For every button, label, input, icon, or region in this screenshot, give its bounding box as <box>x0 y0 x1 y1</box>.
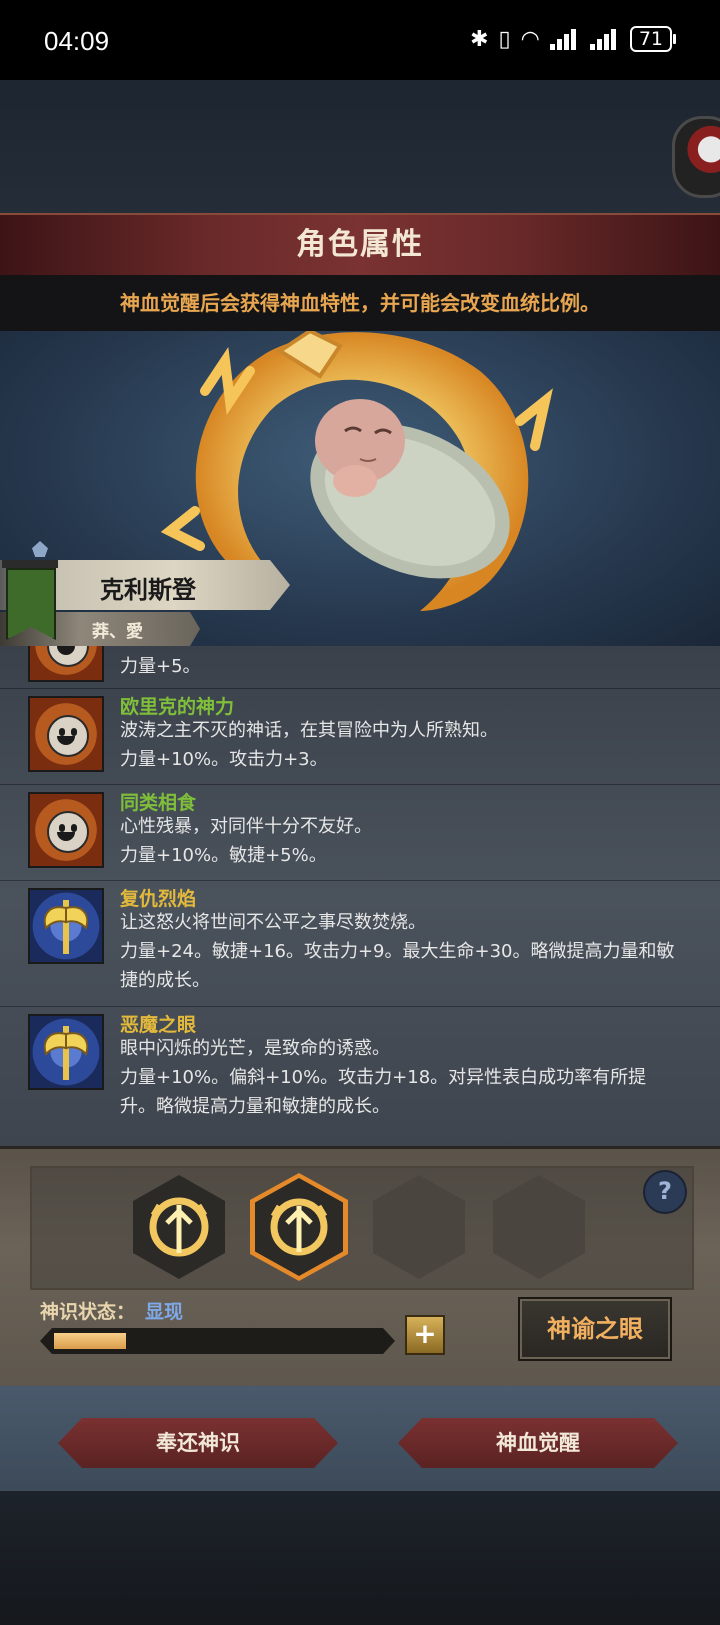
trait-name: 同类相食 <box>120 792 197 814</box>
divine-sigil-icon <box>270 1198 328 1256</box>
oracle-eye-button[interactable]: 神谕之眼 <box>518 1297 672 1361</box>
character-name: 克利斯登 <box>100 576 196 604</box>
trait-name: 恶魔之眼 <box>120 1014 197 1036</box>
divine-state-value: 显现 <box>145 1301 184 1323</box>
sun-face-icon <box>28 792 104 868</box>
list-item: 力量+5。 <box>0 646 720 689</box>
trait-desc: 让这怒火将世间不公平之事尽数焚烧。 <box>120 912 426 933</box>
list-item: 恶魔之眼 眼中闪烁的光芒，是致命的诱惑。 力量+10%。偏斜+10%。攻击力+1… <box>0 1006 720 1146</box>
top-backdrop <box>0 80 720 215</box>
divine-progress-bar <box>40 1328 395 1354</box>
axe-icon <box>28 888 104 964</box>
flag-pole <box>2 560 58 568</box>
status-time: 04:09 <box>44 26 110 56</box>
hint-text: 神血觉醒后会获得神血特性，并可能会改变血统比例。 <box>120 291 600 315</box>
sun-face-icon <box>28 696 104 772</box>
battery-icon: 71 <box>629 26 677 52</box>
trait-stats: 力量+10%。偏斜+10%。攻击力+18。对异性表白成功率有所提升。略微提高力量… <box>120 1067 647 1117</box>
trait-stats: 力量+10%。攻击力+3。 <box>120 749 328 770</box>
bottom-backdrop <box>0 1491 720 1625</box>
signal-icon <box>549 28 580 50</box>
axe-icon <box>28 1014 104 1090</box>
trait-desc: 心性残暴，对同伴十分不友好。 <box>120 816 372 837</box>
trait-desc: 眼中闪烁的光芒，是致命的诱惑。 <box>120 1038 390 1059</box>
divine-slot-2-inner <box>255 1178 343 1276</box>
trait-stats: 力量+10%。敏捷+5%。 <box>120 845 327 866</box>
blood-awaken-label: 神血觉醒 <box>496 1431 580 1455</box>
divine-state-label: 神识状态： <box>40 1301 136 1323</box>
status-bar: 04:09 ✱ ▯ ◠ 71 <box>0 0 720 80</box>
blood-awaken-button[interactable]: 神血觉醒 <box>398 1418 678 1468</box>
vibrate-icon: ▯ <box>498 26 511 52</box>
signal-icon <box>589 28 620 50</box>
progress-fill <box>54 1333 126 1349</box>
list-item: 复仇烈焰 让这怒火将世间不公平之事尽数焚烧。 力量+24。敏捷+16。攻击力+9… <box>0 880 720 1007</box>
trait-name: 欧里克的神力 <box>120 696 235 718</box>
title-bar: 角色属性 <box>0 213 720 277</box>
help-button[interactable]: ? <box>643 1170 687 1214</box>
trait-list[interactable]: 力量+5。 欧里克的神力 波涛之主不灭的神话，在其冒险中为人所熟知。 力量+10… <box>0 646 720 1146</box>
return-divine-label: 奉还神识 <box>156 1431 240 1455</box>
list-item: 欧里克的神力 波涛之主不灭的神话，在其冒险中为人所熟知。 力量+10%。攻击力+… <box>0 688 720 785</box>
trait-desc: 波涛之主不灭的神话，在其冒险中为人所熟知。 <box>120 720 498 741</box>
hint-bar: 神血觉醒后会获得神血特性，并可能会改变血统比例。 <box>0 275 720 331</box>
divine-slots <box>30 1166 694 1290</box>
oracle-eye-label: 神谕之眼 <box>547 1315 643 1343</box>
avatar[interactable] <box>672 116 720 198</box>
page-title: 角色属性 <box>296 227 424 262</box>
status-icons: ✱ ▯ ◠ 71 <box>470 26 677 52</box>
trait-stats: 力量+5。 <box>120 656 201 677</box>
trait-name: 复仇烈焰 <box>120 888 197 910</box>
trait-stats: 力量+24。敏捷+16。攻击力+9。最大生命+30。略微提高力量和敏捷的成长。 <box>120 941 675 991</box>
character-subtitle: 莽、愛 <box>92 622 143 642</box>
sun-face-icon <box>28 646 104 682</box>
add-button[interactable]: + <box>405 1315 445 1355</box>
bluetooth-icon: ✱ <box>470 26 489 52</box>
list-item: 同类相食 心性残暴，对同伴十分不友好。 力量+10%。敏捷+5%。 <box>0 784 720 881</box>
wifi-icon: ◠ <box>520 26 540 52</box>
return-divine-button[interactable]: 奉还神识 <box>58 1418 338 1468</box>
